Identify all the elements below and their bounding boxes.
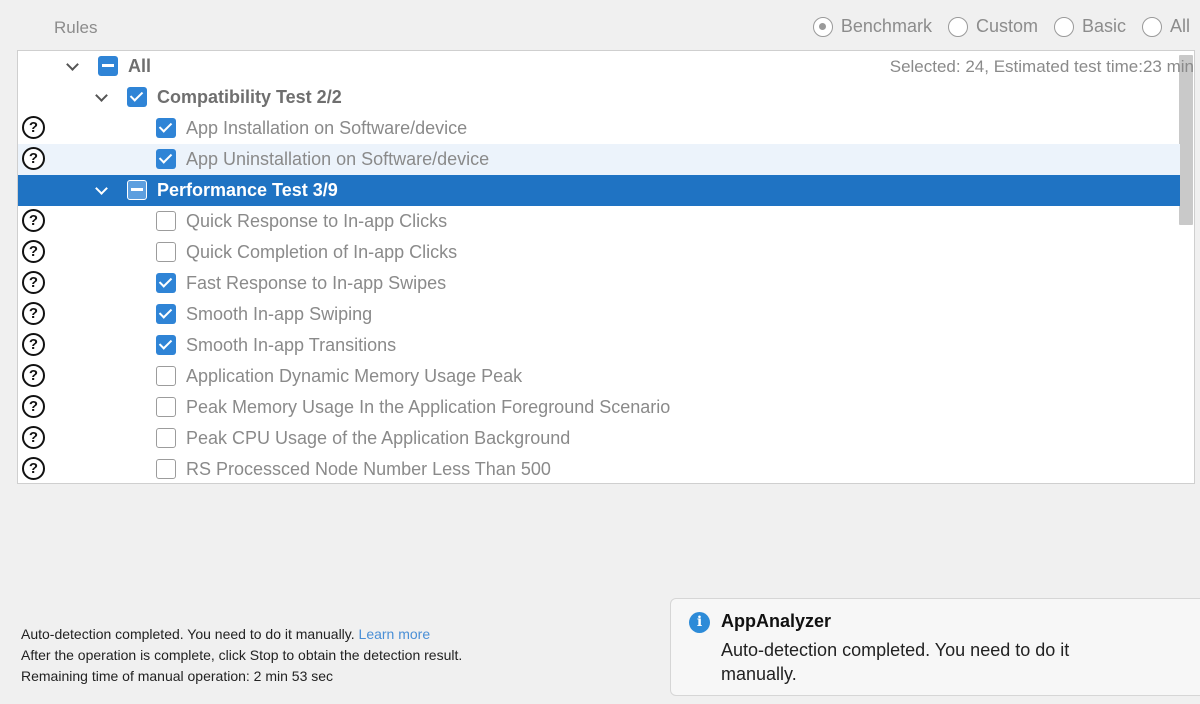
help-icon[interactable]: ? — [22, 147, 45, 170]
radio-benchmark[interactable]: Benchmark — [812, 16, 932, 37]
radio-basic[interactable]: Basic — [1053, 16, 1126, 37]
checkbox[interactable] — [156, 211, 176, 231]
chevron-down-icon[interactable] — [95, 89, 108, 102]
preset-radio-group: Benchmark Custom Basic All — [812, 16, 1200, 37]
checkbox[interactable] — [156, 118, 176, 138]
radio-circle-icon — [1141, 16, 1162, 37]
checkbox[interactable] — [127, 180, 147, 200]
checkbox[interactable] — [156, 397, 176, 417]
info-icon: i — [689, 612, 710, 633]
tree-group-performance-test-3-9[interactable]: Performance Test 3/9 — [18, 175, 1180, 206]
tree-item-fast-response-to-in-app-swipes[interactable]: ? Fast Response to In-app Swipes — [18, 268, 1180, 299]
tree-item-app-uninstallation-on-software-device[interactable]: ? App Uninstallation on Software/device — [18, 144, 1180, 175]
rules-label: Rules — [54, 18, 98, 37]
tree-item-application-dynamic-memory-usage-peak[interactable]: ? Application Dynamic Memory Usage Peak — [18, 361, 1180, 392]
checkbox[interactable] — [156, 242, 176, 262]
radio-label: All — [1169, 16, 1190, 36]
status-line-2: After the operation is complete, click S… — [21, 647, 463, 663]
tree-item-app-installation-on-software-device[interactable]: ? App Installation on Software/device — [18, 113, 1180, 144]
tree-label: Peak Memory Usage In the Application For… — [186, 397, 671, 417]
tree-group-all[interactable]: All Selected: 24, Estimated test time:23 … — [18, 51, 1194, 82]
tree-label: Fast Response to In-app Swipes — [186, 273, 447, 293]
help-icon[interactable]: ? — [22, 426, 45, 449]
checkbox[interactable] — [156, 366, 176, 386]
help-icon[interactable]: ? — [22, 271, 45, 294]
radio-label: Custom — [975, 16, 1038, 36]
tree-label: Application Dynamic Memory Usage Peak — [186, 366, 523, 386]
rules-tree[interactable]: All Selected: 24, Estimated test time:23 … — [17, 50, 1195, 484]
tree-item-quick-response-to-in-app-clicks[interactable]: ? Quick Response to In-app Clicks — [18, 206, 1180, 237]
chevron-down-icon[interactable] — [66, 58, 79, 71]
tree-label: Peak CPU Usage of the Application Backgr… — [186, 428, 571, 448]
tree-item-smooth-in-app-transitions[interactable]: ? Smooth In-app Transitions — [18, 330, 1180, 361]
tree-item-peak-memory-usage-in-the-application-foreground-scenario[interactable]: ? Peak Memory Usage In the Application Fo… — [18, 392, 1180, 423]
chevron-down-icon[interactable] — [95, 182, 108, 195]
tree-label: Smooth In-app Swiping — [186, 304, 373, 324]
status-message: Auto-detection completed. You need to do… — [21, 624, 462, 687]
status-line-1: Auto-detection completed. You need to do… — [21, 626, 355, 642]
help-icon[interactable]: ? — [22, 457, 45, 480]
help-icon[interactable]: ? — [22, 116, 45, 139]
tree-group-compatibility-test-2-2[interactable]: Compatibility Test 2/2 — [18, 82, 1180, 113]
help-icon[interactable]: ? — [22, 240, 45, 263]
radio-label: Benchmark — [840, 16, 932, 36]
appanalyzer-notification[interactable]: i AppAnalyzer Auto-detection completed. … — [670, 598, 1200, 696]
checkbox[interactable] — [156, 428, 176, 448]
tree-label: Quick Completion of In-app Clicks — [186, 242, 458, 262]
help-icon[interactable]: ? — [22, 395, 45, 418]
radio-all[interactable]: All — [1141, 16, 1190, 37]
tree-label: Compatibility Test 2/2 — [157, 87, 342, 107]
checkbox[interactable] — [127, 87, 147, 107]
tree-scrollbar[interactable] — [1179, 55, 1193, 225]
notification-title: AppAnalyzer — [721, 611, 832, 631]
tree-label: RS Processced Node Number Less Than 500 — [186, 459, 551, 479]
tree-label: Smooth In-app Transitions — [186, 335, 397, 355]
help-icon[interactable]: ? — [22, 364, 45, 387]
checkbox[interactable] — [156, 304, 176, 324]
tree-label: Quick Response to In-app Clicks — [186, 211, 448, 231]
tree-item-smooth-in-app-swiping[interactable]: ? Smooth In-app Swiping — [18, 299, 1180, 330]
tree-label: App Uninstallation on Software/device — [186, 149, 490, 169]
radio-label: Basic — [1081, 16, 1126, 36]
radio-custom[interactable]: Custom — [947, 16, 1038, 37]
tree-label: App Installation on Software/device — [186, 118, 468, 138]
checkbox[interactable] — [156, 149, 176, 169]
checkbox[interactable] — [156, 335, 176, 355]
radio-circle-icon — [947, 16, 968, 37]
status-line-3: Remaining time of manual operation: 2 mi… — [21, 668, 334, 684]
radio-circle-icon — [812, 16, 833, 37]
tree-label: Performance Test 3/9 — [157, 180, 338, 200]
help-icon[interactable]: ? — [22, 302, 45, 325]
radio-circle-icon — [1053, 16, 1074, 37]
checkbox[interactable] — [156, 459, 176, 479]
checkbox[interactable] — [156, 273, 176, 293]
checkbox[interactable] — [98, 56, 118, 76]
help-icon[interactable]: ? — [22, 209, 45, 232]
help-icon[interactable]: ? — [22, 333, 45, 356]
estimate-text: Selected: 24, Estimated test time:23 min — [889, 57, 1194, 76]
tree-label: All — [128, 56, 152, 76]
learn-more-link[interactable]: Learn more — [359, 626, 431, 642]
tree-item-rs-processced-node-number-less-than-500[interactable]: ? RS Processced Node Number Less Than 500 — [18, 454, 1180, 483]
tree-item-quick-completion-of-in-app-clicks[interactable]: ? Quick Completion of In-app Clicks — [18, 237, 1180, 268]
notification-message: Auto-detection completed. You need to do… — [721, 640, 1070, 684]
tree-item-peak-cpu-usage-of-the-application-background[interactable]: ? Peak CPU Usage of the Application Backg… — [18, 423, 1180, 454]
